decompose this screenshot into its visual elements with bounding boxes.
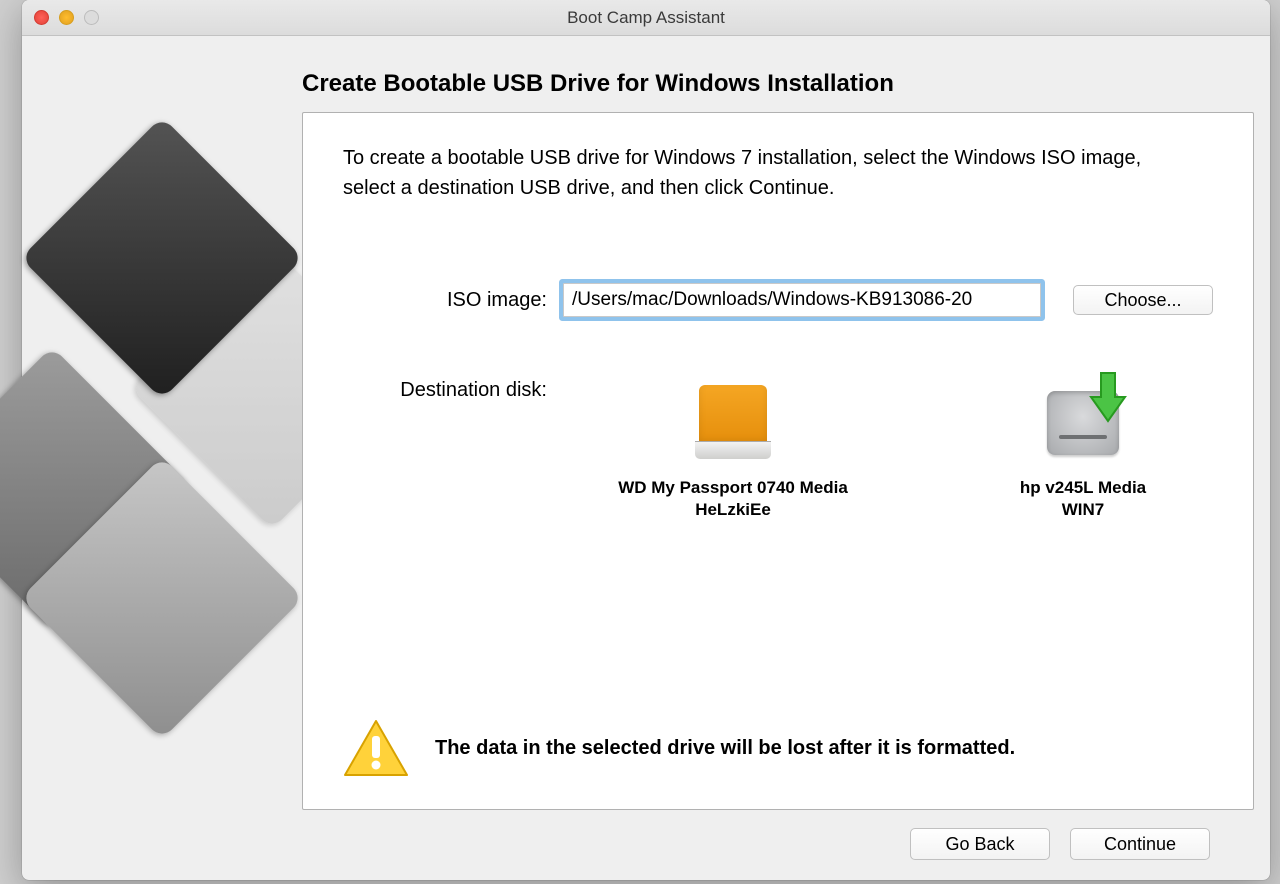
iso-path-input[interactable]	[563, 283, 1041, 317]
warning-text: The data in the selected drive will be l…	[435, 737, 1015, 760]
minimize-icon[interactable]	[59, 10, 74, 25]
warning-row: The data in the selected drive will be l…	[343, 719, 1213, 785]
continue-button[interactable]: Continue	[1070, 828, 1210, 860]
footer: Go Back Continue	[22, 810, 1240, 860]
drive-option-wd-passport[interactable]: WD My Passport 0740 Media HeLzkiEe	[603, 377, 863, 521]
drive-list: WD My Passport 0740 Media HeLzkiEe	[563, 377, 1213, 521]
hard-drive-icon	[1037, 377, 1129, 469]
window-title: Boot Camp Assistant	[567, 8, 725, 28]
drive-label: hp v245L Media WIN7	[953, 477, 1213, 521]
page-heading: Create Bootable USB Drive for Windows In…	[302, 70, 1240, 98]
titlebar: Boot Camp Assistant	[22, 0, 1270, 36]
intro-text: To create a bootable USB drive for Windo…	[343, 143, 1183, 203]
iso-label: ISO image:	[343, 289, 563, 312]
bootcamp-window: Boot Camp Assistant Create Bootable USB …	[22, 0, 1270, 880]
close-icon[interactable]	[34, 10, 49, 25]
main-panel: To create a bootable USB drive for Windo…	[302, 112, 1254, 810]
traffic-lights	[34, 10, 99, 25]
usb-drive-icon	[687, 377, 779, 469]
iso-row: ISO image: Choose...	[343, 283, 1213, 317]
drive-option-hp-v245l[interactable]: hp v245L Media WIN7	[953, 377, 1213, 521]
bootcamp-logo	[22, 112, 302, 810]
main-row: To create a bootable USB drive for Windo…	[22, 112, 1240, 810]
destination-label: Destination disk:	[343, 377, 563, 521]
drive-label: WD My Passport 0740 Media HeLzkiEe	[603, 477, 863, 521]
content: Create Bootable USB Drive for Windows In…	[22, 36, 1270, 880]
destination-row: Destination disk: WD My Passport 0740 Me…	[343, 377, 1213, 521]
zoom-icon	[84, 10, 99, 25]
go-back-button[interactable]: Go Back	[910, 828, 1050, 860]
choose-button[interactable]: Choose...	[1073, 285, 1213, 315]
warning-icon	[343, 719, 409, 777]
